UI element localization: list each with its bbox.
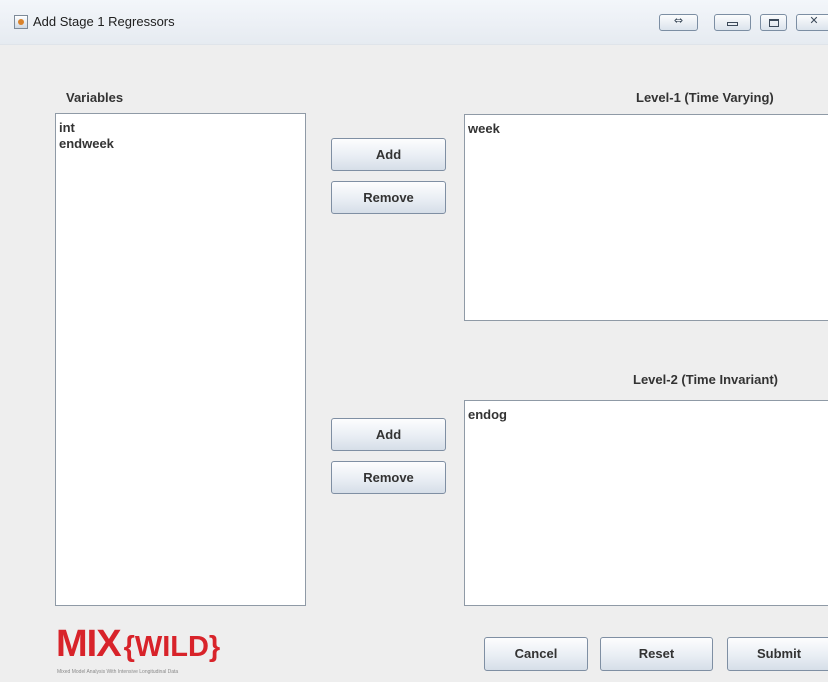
variables-label: Variables [66,90,124,105]
java-cup-icon [14,15,28,29]
level2-list[interactable]: endog [464,400,828,606]
level2-label: Level-2 (Time Invariant) [633,372,778,387]
reset-button[interactable]: Reset [600,637,713,671]
logo-wild-text: {WILD} [123,631,221,663]
window-title: Add Stage 1 Regressors [33,14,175,29]
maximize-icon[interactable] [760,14,787,31]
list-item[interactable]: endweek [56,136,305,152]
level2-remove-button[interactable]: Remove [331,461,446,494]
level1-list[interactable]: week [464,114,828,321]
variables-list[interactable]: int endweek [55,113,306,606]
list-item[interactable]: int [56,120,305,136]
title-bar[interactable]: Add Stage 1 Regressors ⇔ ✕ [0,0,828,45]
dialog-window: Add Stage 1 Regressors ⇔ ✕ Variables int… [0,0,828,682]
minimize-icon[interactable] [714,14,751,31]
logo-mix-text: MIX [56,623,122,665]
logo-wordmark: MIX {WILD} [56,624,220,672]
cancel-button[interactable]: Cancel [484,637,588,671]
submit-button[interactable]: Submit [727,637,828,671]
double-arrow-icon[interactable]: ⇔ [659,14,698,31]
mixwild-logo: MIX {WILD} Mixed Model Analysis With Inte… [56,624,256,680]
level1-remove-button[interactable]: Remove [331,181,446,214]
list-item[interactable]: week [465,121,828,137]
level1-label: Level-1 (Time Varying) [636,90,774,105]
logo-tagline: Mixed Model Analysis With Intensive Long… [57,669,179,675]
list-item[interactable]: endog [465,407,828,423]
close-icon[interactable]: ✕ [796,14,828,31]
level2-add-button[interactable]: Add [331,418,446,451]
level1-add-button[interactable]: Add [331,138,446,171]
